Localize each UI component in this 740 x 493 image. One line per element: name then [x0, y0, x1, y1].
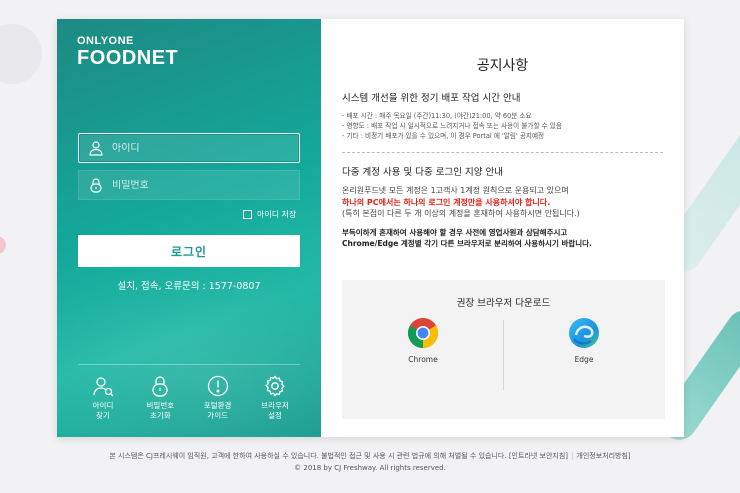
lock-icon: [86, 175, 106, 195]
quick-link-label: 아이디: [92, 401, 114, 410]
portal-guide-link[interactable]: 포털환경 가이드: [193, 374, 243, 421]
save-id-label: 아이디 저장: [257, 210, 297, 219]
notice-line: - 영향도 : 배포 작업 시 일시적으로 느려지거나 접속 또는 사용이 불가…: [342, 122, 562, 131]
divider: [78, 364, 300, 365]
quick-link-label: 포털환경: [203, 401, 232, 410]
quick-link-label: 비밀번호: [146, 401, 175, 410]
divider: [503, 320, 504, 390]
edge-icon: [569, 318, 599, 348]
find-id-link[interactable]: 아이디 찾기: [78, 374, 128, 421]
notice-line: Chrome/Edge 계정별 각기 다른 브라우저로 분리하여 사용하시기 바…: [342, 239, 592, 249]
notice-warning: 하나의 PC에서는 하나의 로그인 계정만을 사용하셔야 합니다.: [342, 197, 551, 207]
person-icon: [86, 138, 106, 158]
login-button[interactable]: 로그인: [78, 235, 300, 267]
background-decoration: [0, 24, 42, 84]
reset-password-link[interactable]: 비밀번호 초기화: [135, 374, 185, 421]
quick-link-label: 찾기: [96, 411, 110, 421]
gear-icon: [265, 375, 285, 397]
quick-links: 아이디 찾기 비밀번호 초기화 포털환경 가이드 브라우저 설정: [78, 374, 300, 421]
lock-icon: [152, 376, 168, 397]
footer-line: 본 시스템은 CJ프레시웨이 임직원, 고객에 한하여 사용하실 수 있습니다.…: [0, 451, 740, 463]
chrome-download-link[interactable]: Chrome: [383, 317, 463, 364]
copyright: © 2018 by CJ Freshway. All rights reserv…: [294, 463, 446, 472]
chrome-icon: [407, 318, 439, 348]
notice-text: 부득이하게 혼재하여 사용해야 할 경우 사전에 영업사원과 상담해주시고 Ch…: [342, 227, 592, 250]
notice-text: 온리원푸드넷 모든 계정은 1고객사 1계정 원칙으로 운용되고 있으며 하나의…: [342, 185, 580, 220]
alert-icon: [207, 375, 228, 397]
intranet-security-link[interactable]: [인트라넷 보안지침]: [509, 452, 568, 460]
chrome-label: Chrome: [408, 355, 438, 364]
section-title: 시스템 개선을 위한 정기 배포 작업 시간 안내: [342, 93, 521, 104]
password-field[interactable]: [78, 170, 300, 200]
section-title: 다중 계정 사용 및 다중 로그인 지양 안내: [342, 167, 503, 178]
edge-label: Edge: [574, 355, 594, 364]
browser-settings-link[interactable]: 브라우저 설정: [250, 374, 300, 421]
contact-info: 설치, 접속, 오류문의 : 1577-0807: [117, 281, 261, 292]
quick-link-label: 초기화: [149, 411, 171, 421]
separator: |: [571, 452, 574, 460]
background-decoration: [0, 236, 6, 254]
password-input[interactable]: [112, 179, 282, 191]
notice-panel: 공지사항 시스템 개선을 위한 정기 배포 작업 시간 안내 - 배포 시간 :…: [321, 19, 684, 437]
foodnet-logo: ONLYONE FOODNET: [77, 35, 179, 69]
quick-link-label: 가이드: [207, 411, 228, 421]
notice-line: - 배포 시간 : 매주 목요일 (주간)11:30, (야간)21:00, 약…: [342, 112, 532, 120]
notice-line: 부득이하게 혼재하여 사용해야 할 경우 사전에 영업사원과 상담해주시고: [342, 228, 568, 237]
footer-disclaimer: 본 시스템은 CJ프레시웨이 임직원, 고객에 한하여 사용하실 수 있습니다.…: [109, 452, 507, 460]
login-panel: ONLYONE FOODNET 아이디 저장 로그인 설치, 접속, 오류문의 …: [57, 19, 321, 437]
browser-download-box: 권장 브라우저 다운로드 Chrome Edge: [342, 280, 665, 419]
edge-download-link[interactable]: Edge: [544, 317, 624, 364]
notice-line: - 기타 : 비정기 배포가 있을 수 있으며, 이 경우 Portal 에 '…: [342, 132, 545, 141]
quick-link-label: 브라우저: [261, 401, 289, 410]
privacy-policy-link[interactable]: 개인정보처리방침]: [576, 452, 630, 460]
quick-link-label: 설정: [268, 411, 282, 421]
notice-text: - 배포 시간 : 매주 목요일 (주간)11:30, (야간)21:00, 약…: [342, 111, 562, 142]
login-card: ONLYONE FOODNET 아이디 저장 로그인 설치, 접속, 오류문의 …: [57, 19, 684, 437]
dashed-divider: [342, 152, 663, 153]
save-id-checkbox[interactable]: 아이디 저장: [243, 209, 296, 220]
notice-title: 공지사항: [476, 58, 529, 74]
notice-line: 온리원푸드넷 모든 계정은 1고객사 1계정 원칙으로 운용되고 있으며: [342, 186, 569, 195]
notice-line: (특히 본점이 다른 두 개 이상의 계정을 혼재하여 사용하시면 안됩니다.): [342, 209, 580, 219]
checkbox-box[interactable]: [243, 210, 252, 219]
logo-line1: ONLYONE: [77, 35, 134, 47]
page-footer: 본 시스템은 CJ프레시웨이 임직원, 고객에 한하여 사용하실 수 있습니다.…: [0, 451, 740, 475]
logo-line2: FOODNET: [77, 47, 179, 69]
browser-box-title: 권장 브라우저 다운로드: [456, 298, 551, 309]
id-input[interactable]: [112, 142, 282, 154]
id-field[interactable]: [78, 133, 300, 163]
person-icon: [93, 377, 114, 397]
